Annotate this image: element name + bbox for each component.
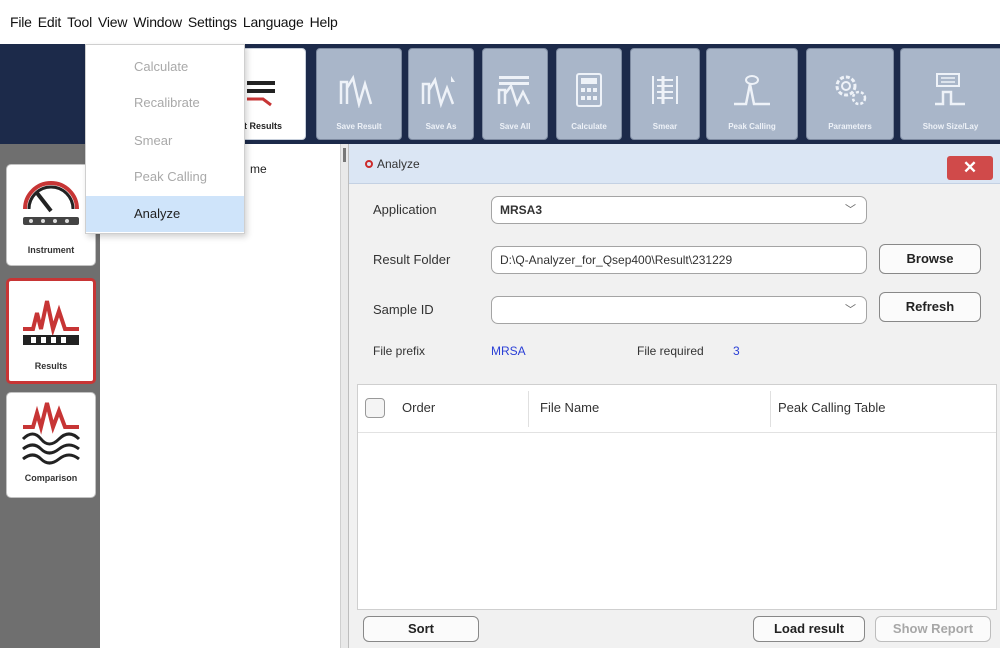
rail-item-results[interactable]: Results <box>6 278 96 384</box>
menu-help[interactable]: Help <box>310 14 338 30</box>
gauge-icon <box>23 181 79 225</box>
calculate-label: Calculate <box>571 122 607 131</box>
panel-splitter[interactable] <box>340 144 348 648</box>
table-header: Order File Name Peak Calling Table <box>358 385 996 433</box>
file-prefix-value: MRSA <box>491 344 526 358</box>
show-report-button[interactable]: Show Report <box>875 616 991 642</box>
column-file-name[interactable]: File Name <box>540 400 599 415</box>
size-ladder-icon <box>934 73 965 106</box>
parameters-label: Parameters <box>828 122 872 131</box>
menu-view[interactable]: View <box>98 14 127 30</box>
rail-item-instrument[interactable]: Instrument <box>6 164 96 266</box>
electropherogram-icon <box>23 300 79 345</box>
peak-calling-label: Peak Calling <box>728 122 776 131</box>
analyze-dialog: Analyze ✕ Application MRSA3 ﹀ Result Fol… <box>348 144 1000 648</box>
comparison-icon <box>21 402 81 465</box>
application-label: Application <box>373 202 437 217</box>
parameters-button[interactable]: Parameters <box>806 48 894 140</box>
save-all-icon <box>497 76 531 108</box>
tool-menu-analyze[interactable]: Analyze <box>86 196 244 232</box>
file-table: Order File Name Peak Calling Table <box>357 384 997 610</box>
tool-menu-recalibrate[interactable]: Recalibrate <box>86 85 244 121</box>
close-icon: ✕ <box>962 158 978 177</box>
select-all-checkbox[interactable] <box>365 398 385 418</box>
chevron-down-icon: ﹀ <box>845 204 856 216</box>
results-tab-icon <box>247 81 275 107</box>
column-order[interactable]: Order <box>402 400 435 415</box>
column-divider <box>528 391 529 427</box>
dialog-title-text: Analyze <box>377 157 420 171</box>
column-peak-calling-table[interactable]: Peak Calling Table <box>778 400 885 415</box>
tool-menu-dropdown: Calculate Recalibrate Smear Peak Calling… <box>85 44 245 234</box>
sample-id-select[interactable]: ﹀ <box>491 296 867 324</box>
tool-menu-smear[interactable]: Smear <box>86 123 244 159</box>
menu-tool[interactable]: Tool <box>67 14 92 30</box>
result-folder-field[interactable]: D:\Q-Analyzer_for_Qsep400\Result\231229 <box>491 246 867 274</box>
application-value: MRSA3 <box>500 203 543 217</box>
save-as-icon <box>421 76 455 108</box>
load-result-button[interactable]: Load result <box>753 616 865 642</box>
result-folder-label: Result Folder <box>373 252 451 267</box>
dialog-title-bar: Analyze ✕ <box>349 144 1000 184</box>
splitter-grip[interactable] <box>343 148 346 162</box>
gears-icon <box>835 75 867 106</box>
smear-icon <box>652 76 678 104</box>
menu-settings[interactable]: Settings <box>188 14 237 30</box>
result-folder-value: D:\Q-Analyzer_for_Qsep400\Result\231229 <box>500 253 733 267</box>
save-all-label: Save All <box>499 122 531 131</box>
menu-file[interactable]: File <box>10 14 32 30</box>
refresh-button[interactable]: Refresh <box>879 292 981 322</box>
sort-button[interactable]: Sort <box>363 616 479 642</box>
rail-label-comparison: Comparison <box>24 473 78 483</box>
menu-language[interactable]: Language <box>243 14 304 30</box>
load-results-label: t Results <box>243 121 282 131</box>
save-result-icon <box>339 74 373 108</box>
menu-bar: File Edit Tool View Window Settings Lang… <box>0 0 1000 44</box>
file-required-label: File required <box>637 344 704 358</box>
calculator-icon <box>576 73 602 107</box>
browse-button[interactable]: Browse <box>879 244 981 274</box>
sample-id-label: Sample ID <box>373 302 434 317</box>
save-as-label: Save As <box>425 122 457 131</box>
app-logo-icon <box>365 160 373 168</box>
results-column-header: me <box>250 162 267 176</box>
dialog-title: Analyze <box>365 157 420 171</box>
file-required-value: 3 <box>733 344 740 358</box>
save-result-button[interactable]: Save Result <box>316 48 402 140</box>
rail-label-results: Results <box>34 361 68 371</box>
close-button[interactable]: ✕ <box>947 156 993 180</box>
peak-calling-icon <box>734 75 770 106</box>
calculate-button[interactable]: Calculate <box>556 48 622 140</box>
rail-item-comparison[interactable]: Comparison <box>6 392 96 498</box>
show-size-ladder-button[interactable]: Show Size/Lay <box>900 48 1000 140</box>
save-all-button[interactable]: Save All <box>482 48 548 140</box>
application-select[interactable]: MRSA3 ﹀ <box>491 196 867 224</box>
rail-label-instrument: Instrument <box>27 245 75 255</box>
peak-calling-button[interactable]: Peak Calling <box>706 48 798 140</box>
file-prefix-label: File prefix <box>373 344 426 358</box>
column-divider <box>770 391 771 427</box>
smear-button[interactable]: Smear <box>630 48 700 140</box>
chevron-down-icon: ﹀ <box>845 304 856 316</box>
menu-edit[interactable]: Edit <box>38 14 62 30</box>
tool-menu-peak-calling[interactable]: Peak Calling <box>86 159 244 195</box>
save-result-label: Save Result <box>336 122 382 131</box>
tool-menu-calculate[interactable]: Calculate <box>86 49 244 85</box>
menu-window[interactable]: Window <box>133 14 182 30</box>
smear-label: Smear <box>652 122 678 131</box>
save-as-button[interactable]: Save As <box>408 48 474 140</box>
show-size-ladder-label: Show Size/Lay <box>922 122 979 131</box>
